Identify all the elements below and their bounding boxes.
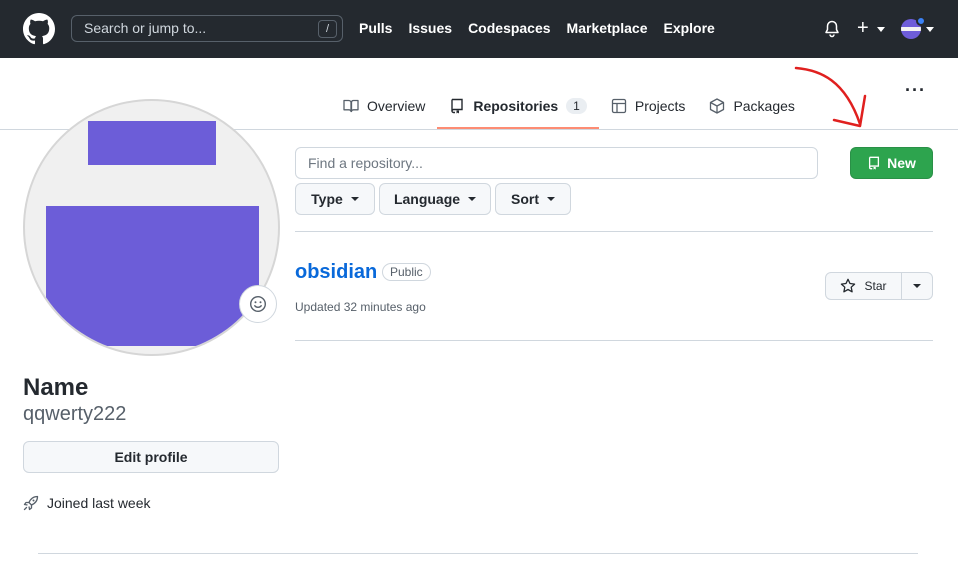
chevron-down-icon [547, 197, 555, 201]
repo-icon [451, 98, 464, 114]
smiley-icon [249, 295, 267, 313]
table-icon [611, 98, 627, 114]
nav-marketplace[interactable]: Marketplace [567, 20, 648, 36]
bell-icon[interactable] [824, 20, 840, 38]
search-placeholder: Search or jump to... [84, 20, 207, 36]
nav-explore[interactable]: Explore [663, 20, 714, 36]
new-label: New [887, 155, 916, 171]
tab-label: Packages [733, 98, 795, 114]
visibility-badge: Public [382, 263, 431, 281]
star-icon [841, 278, 856, 293]
more-options-icon[interactable]: ··· [905, 81, 926, 99]
annotation-arrow-icon [794, 66, 867, 128]
chevron-down-icon [350, 197, 359, 201]
repo-updated-time: Updated 32 minutes ago [295, 300, 426, 314]
star-button[interactable]: Star [826, 273, 902, 299]
nav-pulls[interactable]: Pulls [359, 20, 392, 36]
avatar-shape-top [88, 121, 216, 165]
status-dot-icon [916, 16, 926, 26]
joined-info: Joined last week [23, 495, 151, 511]
profile-tabs: Overview Repositories 1 Projects Package… [331, 88, 807, 129]
search-shortcut-key: / [318, 20, 337, 38]
profile-avatar[interactable] [23, 99, 280, 356]
tab-overview[interactable]: Overview [331, 88, 437, 124]
tab-label: Overview [367, 98, 426, 114]
repo-name-link[interactable]: obsidian [295, 261, 377, 284]
type-filter-button[interactable]: Type [295, 183, 375, 215]
repo-icon [869, 156, 880, 170]
chevron-down-icon [913, 284, 921, 288]
nav-issues[interactable]: Issues [408, 20, 452, 36]
search-input[interactable]: Search or jump to... / [71, 15, 343, 42]
list-divider-top [295, 231, 933, 232]
list-divider-bottom [295, 340, 933, 341]
rocket-icon [23, 495, 39, 511]
filter-label: Type [311, 191, 343, 207]
sort-filter-button[interactable]: Sort [495, 183, 571, 215]
package-icon [710, 98, 725, 114]
edit-profile-button[interactable]: Edit profile [23, 441, 279, 473]
filter-label: Sort [511, 191, 539, 207]
chevron-down-icon [468, 197, 477, 201]
profile-username: qqwerty222 [23, 403, 127, 425]
filter-label: Language [393, 191, 461, 207]
set-status-button[interactable] [239, 285, 277, 323]
joined-text: Joined last week [47, 495, 151, 511]
star-button-group: Star [825, 272, 933, 300]
repo-count-badge: 1 [566, 98, 587, 114]
avatar-shape-bottom [46, 206, 259, 346]
create-new-plus-icon[interactable]: + [857, 17, 869, 39]
bottom-divider [38, 553, 918, 554]
book-icon [343, 99, 359, 113]
global-nav: Pulls Issues Codespaces Marketplace Expl… [359, 20, 715, 36]
top-header: Search or jump to... / Pulls Issues Code… [0, 0, 958, 58]
profile-name: Name [23, 374, 89, 401]
tab-label: Projects [634, 98, 686, 114]
star-lists-dropdown[interactable] [902, 273, 932, 299]
new-repository-button[interactable]: New [850, 147, 933, 179]
tab-repositories[interactable]: Repositories 1 [437, 88, 599, 129]
star-label: Star [864, 279, 887, 293]
tab-label: Repositories [473, 98, 559, 114]
create-caret-icon[interactable] [877, 27, 885, 32]
user-menu-caret-icon[interactable] [926, 27, 934, 32]
nav-codespaces[interactable]: Codespaces [468, 20, 550, 36]
language-filter-button[interactable]: Language [379, 183, 491, 215]
tab-projects[interactable]: Projects [599, 88, 698, 124]
github-logo-icon[interactable] [23, 13, 55, 45]
find-repository-input[interactable]: Find a repository... [295, 147, 818, 179]
